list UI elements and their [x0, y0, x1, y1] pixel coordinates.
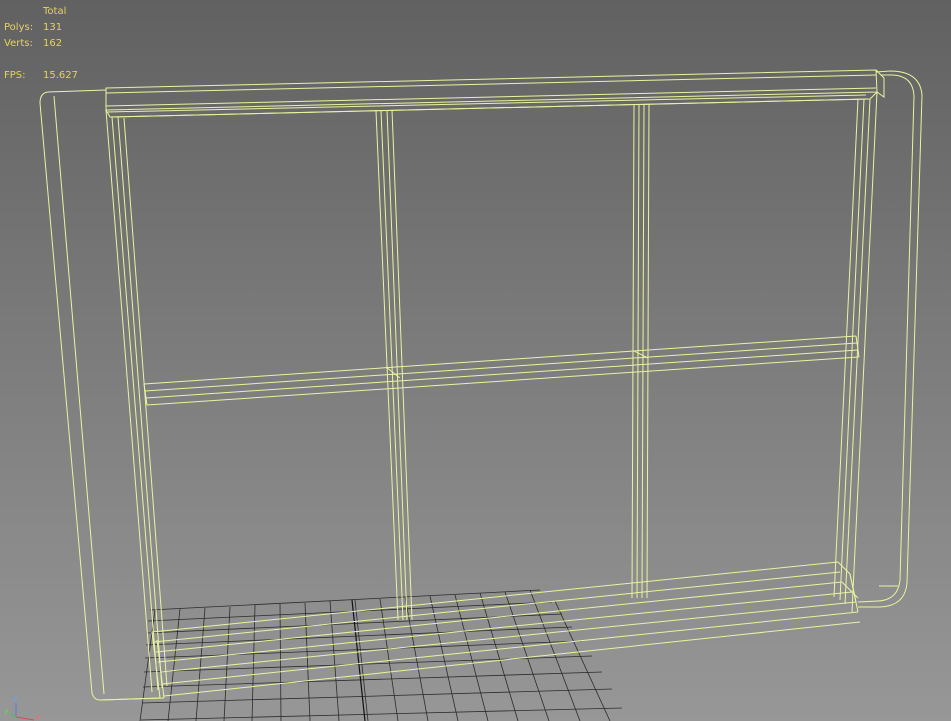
perspective-viewport[interactable]: Total Polys: 131 Verts: 162 FPS: 15.627: [0, 0, 951, 721]
verts-label: Verts:: [4, 38, 33, 49]
polys-value: 131: [43, 22, 63, 33]
x-axis-label: x: [36, 713, 41, 721]
fps-value: 15.627: [43, 70, 78, 81]
scene-canvas[interactable]: [0, 0, 951, 721]
verts-value: 162: [43, 38, 63, 49]
axis-tripod-icon: z y x: [4, 694, 41, 721]
fps-label: FPS:: [4, 70, 26, 81]
stats-header: Total: [43, 6, 67, 17]
z-axis-label: z: [13, 694, 17, 703]
viewport-statistics: Total Polys: 131 Verts: 162 FPS: 15.627: [4, 4, 78, 84]
home-grid: [139, 589, 623, 721]
y-axis-label: y: [4, 706, 9, 715]
polys-label: Polys:: [4, 22, 34, 33]
